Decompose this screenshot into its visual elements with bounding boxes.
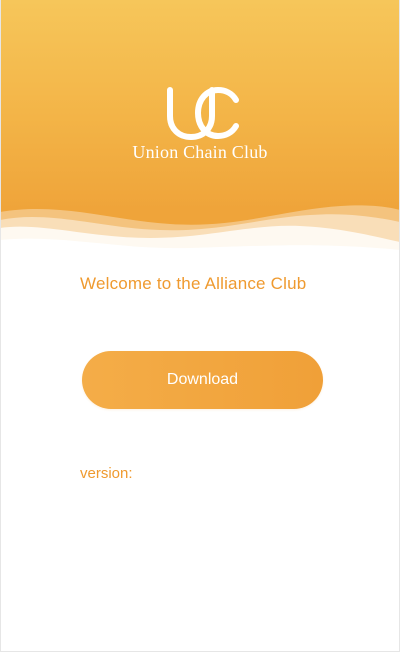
brand-name: Union Chain Club [132,142,268,162]
uc-logo-icon [167,86,239,141]
version-label: version: [80,465,133,482]
download-button-label: Download [166,371,239,388]
download-button[interactable]: Download [82,351,323,409]
header-banner: Union Chain Club [0,0,400,265]
wave-decoration [0,205,400,265]
app-screen: Union Chain Club Welcome to the Alliance… [0,0,400,652]
welcome-heading: Welcome to the Alliance Club [80,274,307,293]
